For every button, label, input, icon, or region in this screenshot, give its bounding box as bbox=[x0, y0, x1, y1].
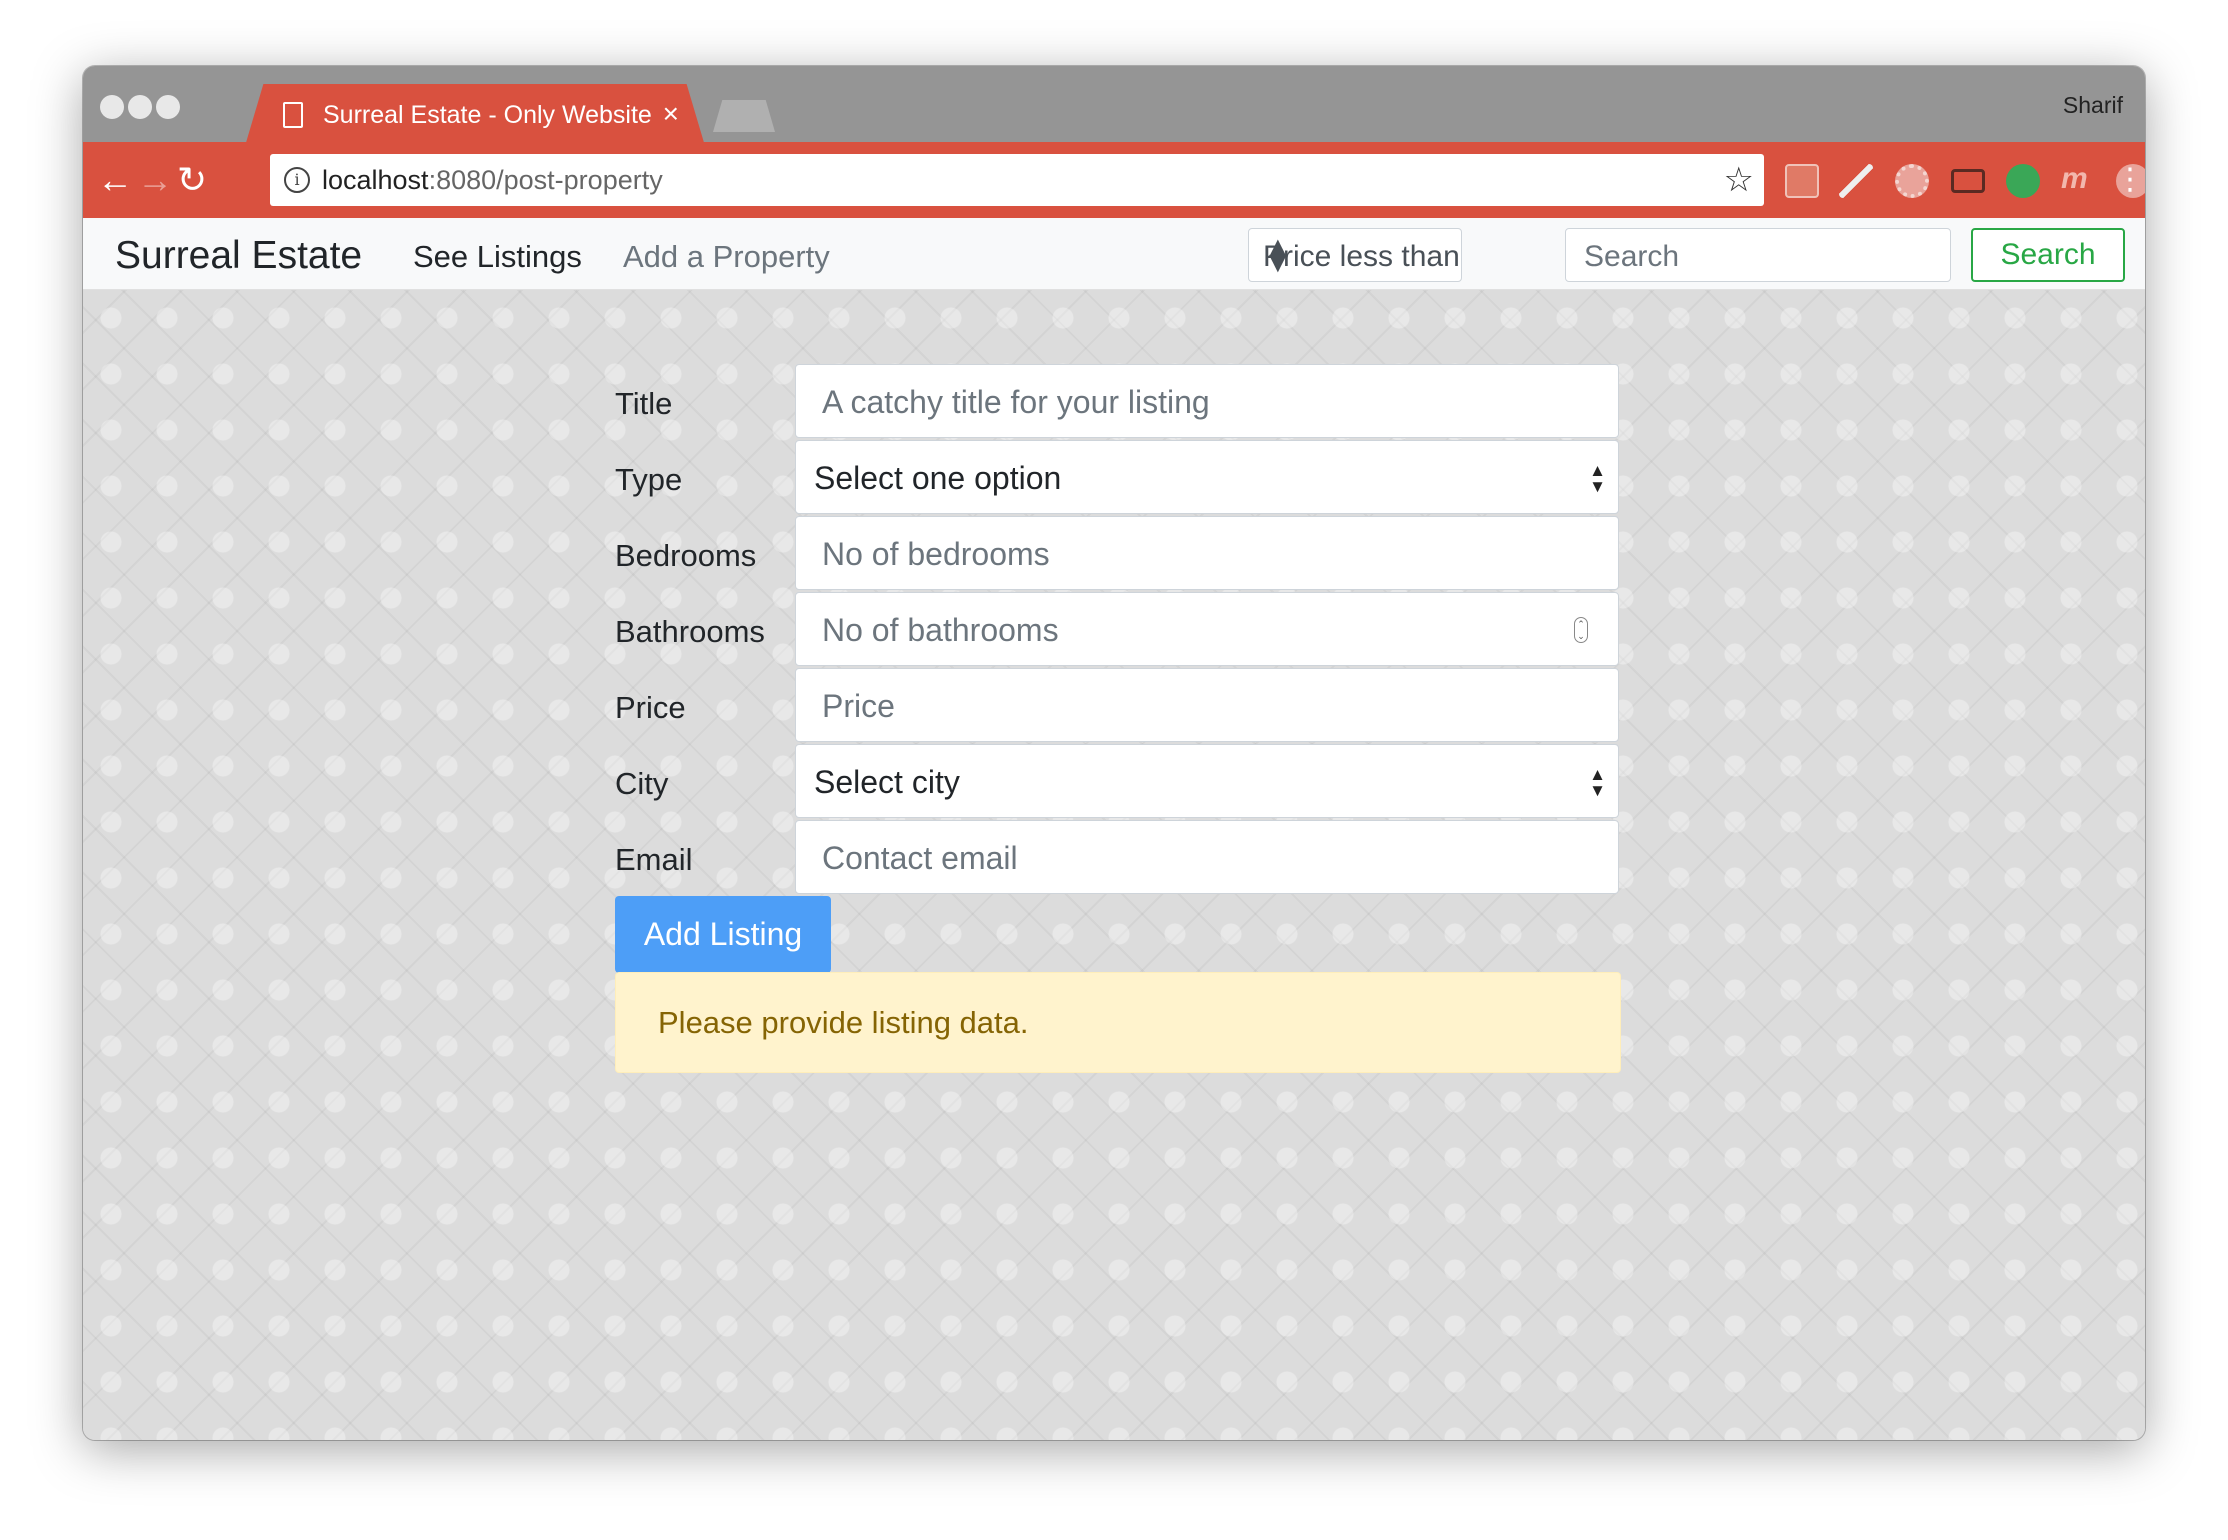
title-placeholder: A catchy title for your listing bbox=[822, 384, 1210, 420]
reload-icon[interactable]: ↻ bbox=[177, 160, 207, 200]
active-tab[interactable]: Surreal Estate - Only Website \ × bbox=[245, 84, 705, 146]
chevron-down-icon: ▼ bbox=[1263, 246, 1293, 279]
number-stepper-icon[interactable]: ⌃ ⌄ bbox=[1574, 617, 1588, 643]
warning-alert: Please provide listing data. bbox=[615, 972, 1621, 1073]
tab-title: Surreal Estate - Only Website \ bbox=[323, 101, 653, 129]
extension-eyedropper-icon[interactable] bbox=[1839, 164, 1873, 198]
chevron-down-icon: ▼ bbox=[1589, 477, 1606, 496]
type-select[interactable]: Select one option ▲ ▼ bbox=[795, 440, 1619, 514]
label-title: Title bbox=[615, 386, 673, 421]
bedrooms-placeholder: No of bedrooms bbox=[822, 536, 1050, 572]
label-bathrooms: Bathrooms bbox=[615, 614, 765, 649]
email-placeholder: Contact email bbox=[822, 840, 1018, 876]
price-filter-select[interactable]: Price less than ▲ ▼ bbox=[1248, 228, 1462, 282]
browser-window: Surreal Estate - Only Website \ × Sharif… bbox=[83, 66, 2145, 1440]
close-icon[interactable]: × bbox=[663, 98, 679, 130]
chevron-down-icon: ▼ bbox=[1589, 781, 1606, 800]
add-listing-button[interactable]: Add Listing bbox=[615, 896, 831, 973]
browser-toolbar: ← → ↻ i localhost:8080/post-property ☆ m… bbox=[83, 142, 2145, 218]
search-input[interactable]: Search bbox=[1565, 228, 1951, 282]
nav-link-add-property[interactable]: Add a Property bbox=[623, 239, 830, 275]
extension-gear-icon[interactable] bbox=[1895, 164, 1929, 198]
title-bar: Surreal Estate - Only Website \ × Sharif bbox=[83, 66, 2145, 146]
bathrooms-input[interactable]: No of bathrooms ⌃ ⌄ bbox=[795, 592, 1619, 666]
label-type: Type bbox=[615, 462, 683, 497]
extension-screen-icon[interactable] bbox=[1951, 169, 1985, 193]
address-bar[interactable]: i localhost:8080/post-property ☆ bbox=[270, 154, 1764, 206]
close-window-button[interactable] bbox=[100, 95, 124, 119]
search-button[interactable]: Search bbox=[1971, 228, 2125, 282]
url-text[interactable]: localhost:8080/post-property bbox=[322, 165, 663, 196]
chevron-up-icon: ▲ bbox=[1589, 765, 1606, 784]
star-icon[interactable]: ☆ bbox=[1724, 160, 1754, 200]
brand-logo-text[interactable]: Surreal Estate bbox=[115, 234, 362, 278]
bedrooms-input[interactable]: No of bedrooms bbox=[795, 516, 1619, 590]
city-select[interactable]: Select city ▲ ▼ bbox=[795, 744, 1619, 818]
search-placeholder: Search bbox=[1584, 240, 1680, 273]
email-input[interactable]: Contact email bbox=[795, 820, 1619, 894]
price-placeholder: Price bbox=[822, 688, 895, 724]
extension-m-icon[interactable]: m bbox=[2061, 164, 2095, 198]
document-icon bbox=[283, 102, 303, 128]
back-arrow-icon[interactable]: ← bbox=[97, 160, 133, 200]
menu-icon[interactable]: ⋮ bbox=[2115, 160, 2145, 200]
extension-cb-icon[interactable] bbox=[1785, 164, 1819, 198]
bathrooms-placeholder: No of bathrooms bbox=[822, 612, 1059, 648]
type-select-value: Select one option bbox=[814, 460, 1062, 496]
info-icon[interactable]: i bbox=[284, 167, 310, 193]
label-price: Price bbox=[615, 690, 686, 725]
new-tab-button[interactable] bbox=[713, 100, 775, 132]
city-select-value: Select city bbox=[814, 764, 960, 800]
nav-link-see-listings[interactable]: See Listings bbox=[413, 239, 582, 275]
label-bedrooms: Bedrooms bbox=[615, 538, 757, 573]
zoom-window-button[interactable] bbox=[156, 95, 180, 119]
minimize-window-button[interactable] bbox=[128, 95, 152, 119]
page-content: Title A catchy title for your listing Ty… bbox=[83, 290, 2145, 1440]
chevron-up-icon: ▲ bbox=[1589, 461, 1606, 480]
profile-name[interactable]: Sharif bbox=[2063, 92, 2123, 119]
label-city: City bbox=[615, 766, 669, 801]
price-input[interactable]: Price bbox=[795, 668, 1619, 742]
site-navbar: Surreal Estate See Listings Add a Proper… bbox=[83, 218, 2145, 290]
extension-grammarly-icon[interactable] bbox=[2006, 164, 2040, 198]
label-email: Email bbox=[615, 842, 693, 877]
title-input[interactable]: A catchy title for your listing bbox=[795, 364, 1619, 438]
alert-message: Please provide listing data. bbox=[658, 1005, 1029, 1040]
forward-arrow-icon[interactable]: → bbox=[137, 160, 173, 200]
